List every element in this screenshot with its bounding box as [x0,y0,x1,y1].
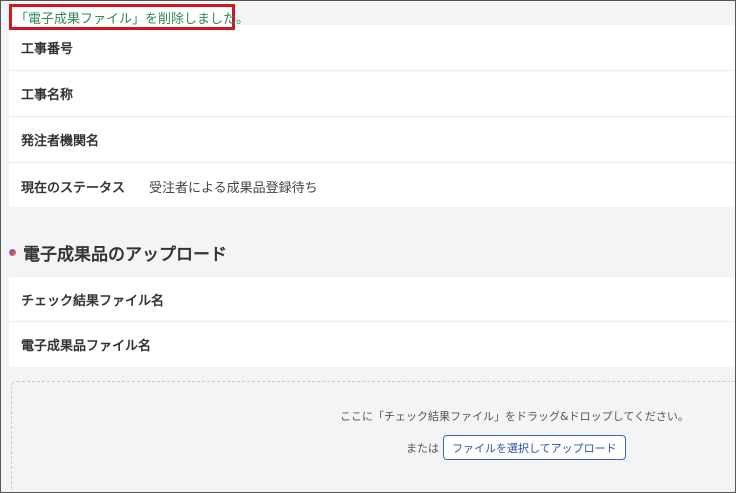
info-row-project-name: 工事名称 [9,71,735,117]
section-bullet-icon [9,248,16,256]
info-label: 工事番号 [21,42,74,57]
notice-message: 「電子成果ファイル」を削除しました。 [15,11,250,27]
info-label: 工事名称 [21,88,74,103]
or-text: または [406,441,439,455]
check-result-file-label: チェック結果ファイル名 [21,293,165,309]
upload-or-line: または ファイルを選択してアップロード [406,435,626,460]
deliverable-file-row: 電子成果品ファイル名 [9,322,735,367]
info-label: 現在のステータス [21,180,126,196]
section-title-text: 電子成果品のアップロード [23,244,227,265]
dropzone-instruction: ここに「チェック結果ファイル」をドラッグ&ドロップしてください。 [340,410,689,423]
info-row-client-agency: 発注者機関名 [9,117,735,163]
app-frame: 「電子成果ファイル」を削除しました。 工事番号 工事名称 発注者機関名 現在のス… [0,0,736,493]
status-value: 受注者による成果品登録待ち [149,180,318,196]
project-info-panel: 工事番号 工事名称 発注者機関名 現在のステータス 受注者による成果品登録待ち [9,25,735,209]
check-result-file-row: チェック結果ファイル名 [9,277,735,322]
upload-section-title: 電子成果品のアップロード [9,237,227,267]
upload-files-panel: チェック結果ファイル名 電子成果品ファイル名 [9,277,735,367]
file-dropzone[interactable]: ここに「チェック結果ファイル」をドラッグ&ドロップしてください。 または ファイ… [11,381,735,492]
deliverable-file-label: 電子成果品ファイル名 [21,339,152,354]
info-row-status: 現在のステータス 受注者による成果品登録待ち [9,163,735,209]
info-row-project-number: 工事番号 [9,25,735,71]
select-file-upload-button[interactable]: ファイルを選択してアップロード [443,435,626,460]
info-label: 発注者機関名 [21,134,100,149]
success-notice: 「電子成果ファイル」を削除しました。 [9,4,249,30]
